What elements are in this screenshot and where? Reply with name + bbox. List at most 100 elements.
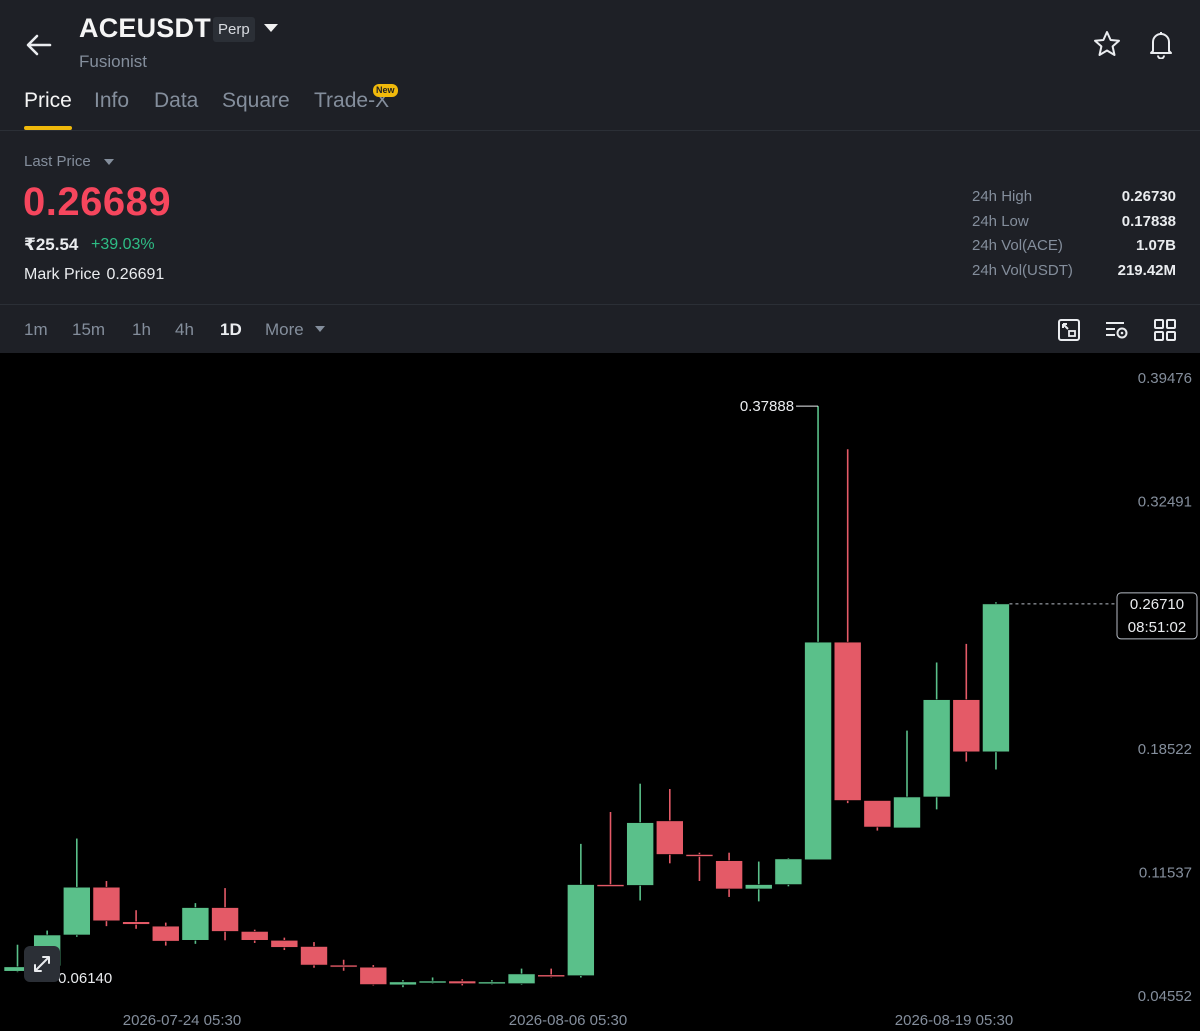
candle[interactable] bbox=[62, 838, 91, 937]
candle-countdown: 08:51:02 bbox=[1128, 619, 1186, 636]
candle[interactable] bbox=[893, 730, 921, 829]
candle[interactable] bbox=[952, 643, 981, 762]
y-tick-label: 0.39476 bbox=[1138, 370, 1192, 387]
tab-data[interactable]: Data bbox=[154, 89, 198, 113]
price-type-selector[interactable]: Last Price bbox=[24, 153, 91, 170]
stat-label-24h-low: 24h Low bbox=[972, 213, 1029, 230]
candle[interactable] bbox=[804, 406, 832, 861]
candle[interactable] bbox=[122, 910, 150, 929]
stat-label-24h-vol-ace: 24h Vol(ACE) bbox=[972, 237, 1063, 254]
interval-1h[interactable]: 1h bbox=[132, 320, 151, 340]
divider bbox=[0, 304, 1200, 305]
candle[interactable] bbox=[181, 903, 210, 944]
candle-body bbox=[952, 699, 981, 753]
candle[interactable] bbox=[685, 852, 714, 882]
candle[interactable] bbox=[418, 977, 447, 984]
candle-body bbox=[863, 800, 892, 828]
star-icon[interactable] bbox=[1092, 29, 1122, 59]
stat-value-24h-high: 0.26730 bbox=[1121, 188, 1176, 205]
candle-body bbox=[507, 973, 536, 984]
candle-body bbox=[240, 931, 269, 941]
candle[interactable] bbox=[774, 858, 803, 887]
layout-grid-icon[interactable] bbox=[1152, 317, 1178, 343]
candle[interactable] bbox=[211, 888, 239, 941]
chevron-down-icon[interactable] bbox=[264, 24, 278, 32]
candle[interactable] bbox=[151, 922, 180, 946]
candle-body bbox=[389, 981, 417, 986]
candle[interactable] bbox=[744, 861, 773, 902]
mark-price-value: 0.26691 bbox=[106, 266, 165, 283]
candle[interactable] bbox=[537, 968, 566, 978]
candle-body bbox=[715, 860, 743, 890]
candle[interactable] bbox=[596, 812, 625, 887]
back-arrow-icon[interactable] bbox=[22, 28, 56, 62]
candle[interactable] bbox=[300, 942, 328, 968]
x-tick-label: 2026-08-06 05:30 bbox=[509, 1012, 627, 1029]
candle[interactable] bbox=[715, 852, 743, 897]
y-tick-label: 0.18522 bbox=[1138, 741, 1192, 758]
candle[interactable] bbox=[655, 788, 684, 864]
y-tick-label: 0.04552 bbox=[1138, 988, 1192, 1005]
candle[interactable] bbox=[507, 968, 536, 985]
interval-1m[interactable]: 1m bbox=[24, 320, 48, 340]
x-tick-label: 2026-07-24 05:30 bbox=[123, 1012, 241, 1029]
stat-label-24h-high: 24h High bbox=[972, 188, 1033, 205]
candle[interactable] bbox=[270, 937, 299, 951]
y-tick-label: 0.32491 bbox=[1138, 494, 1192, 511]
candle-body bbox=[982, 603, 1010, 753]
candle-body bbox=[893, 796, 921, 829]
candle-body bbox=[418, 980, 447, 984]
interval-4h[interactable]: 4h bbox=[175, 320, 194, 340]
bell-icon[interactable] bbox=[1146, 29, 1176, 59]
divider bbox=[0, 130, 1200, 131]
candle-body bbox=[774, 858, 803, 885]
candle-body bbox=[62, 886, 91, 936]
candlestick-chart[interactable]: 0.394760.324910.255060.185220.115370.045… bbox=[0, 353, 1200, 1031]
interval-15m[interactable]: 15m bbox=[72, 320, 105, 340]
candle[interactable] bbox=[833, 449, 862, 804]
new-badge: New bbox=[373, 84, 398, 97]
interval-1d[interactable]: 1D bbox=[220, 320, 242, 340]
candle[interactable] bbox=[863, 800, 892, 831]
min-price-label: 0.06140 bbox=[58, 970, 112, 987]
candle-body bbox=[448, 980, 477, 984]
max-price-label: 0.37888 bbox=[740, 398, 794, 415]
candle[interactable] bbox=[240, 929, 269, 943]
stat-value-24h-low: 0.17838 bbox=[1121, 213, 1176, 230]
candle[interactable] bbox=[567, 843, 595, 978]
candle-body bbox=[922, 699, 951, 798]
chart-settings-icon[interactable] bbox=[1056, 317, 1082, 343]
candle-body bbox=[92, 886, 121, 922]
current-price-value: 0.26710 bbox=[1130, 596, 1184, 613]
last-price: 0.26689 bbox=[23, 180, 172, 224]
candle[interactable] bbox=[359, 965, 388, 986]
indicator-settings-icon[interactable] bbox=[1104, 317, 1130, 343]
chevron-down-icon[interactable] bbox=[104, 159, 114, 165]
chevron-down-icon[interactable] bbox=[315, 326, 325, 332]
mark-price-row: Mark Price 0.26691 bbox=[24, 266, 164, 284]
tab-price[interactable]: Price bbox=[24, 89, 72, 113]
candle-body bbox=[300, 946, 328, 966]
candle-body bbox=[151, 925, 180, 942]
fullscreen-toggle[interactable] bbox=[24, 946, 60, 982]
candle[interactable] bbox=[982, 602, 1010, 770]
price-change-percent: +39.03% bbox=[91, 236, 155, 253]
symbol-title[interactable]: ACEUSDT bbox=[79, 13, 211, 44]
candle[interactable] bbox=[448, 979, 477, 986]
candle[interactable] bbox=[389, 980, 417, 988]
candle[interactable] bbox=[922, 662, 951, 810]
candle-body bbox=[804, 641, 832, 861]
candle[interactable] bbox=[626, 783, 654, 901]
tab-square[interactable]: Square bbox=[222, 89, 290, 113]
stat-value-24h-vol-ace: 1.07B bbox=[1135, 237, 1176, 254]
candle-body bbox=[537, 974, 566, 978]
candle[interactable] bbox=[92, 881, 121, 927]
candle[interactable] bbox=[329, 959, 358, 971]
stat-value-24h-vol-usdt: 219.42M bbox=[1117, 262, 1176, 279]
candle-body bbox=[567, 884, 595, 976]
mark-price-label: Mark Price bbox=[24, 266, 101, 283]
y-tick-label: 0.11537 bbox=[1139, 864, 1192, 881]
tab-info[interactable]: Info bbox=[94, 89, 129, 113]
candle[interactable] bbox=[478, 980, 506, 985]
interval-more[interactable]: More bbox=[265, 320, 304, 340]
